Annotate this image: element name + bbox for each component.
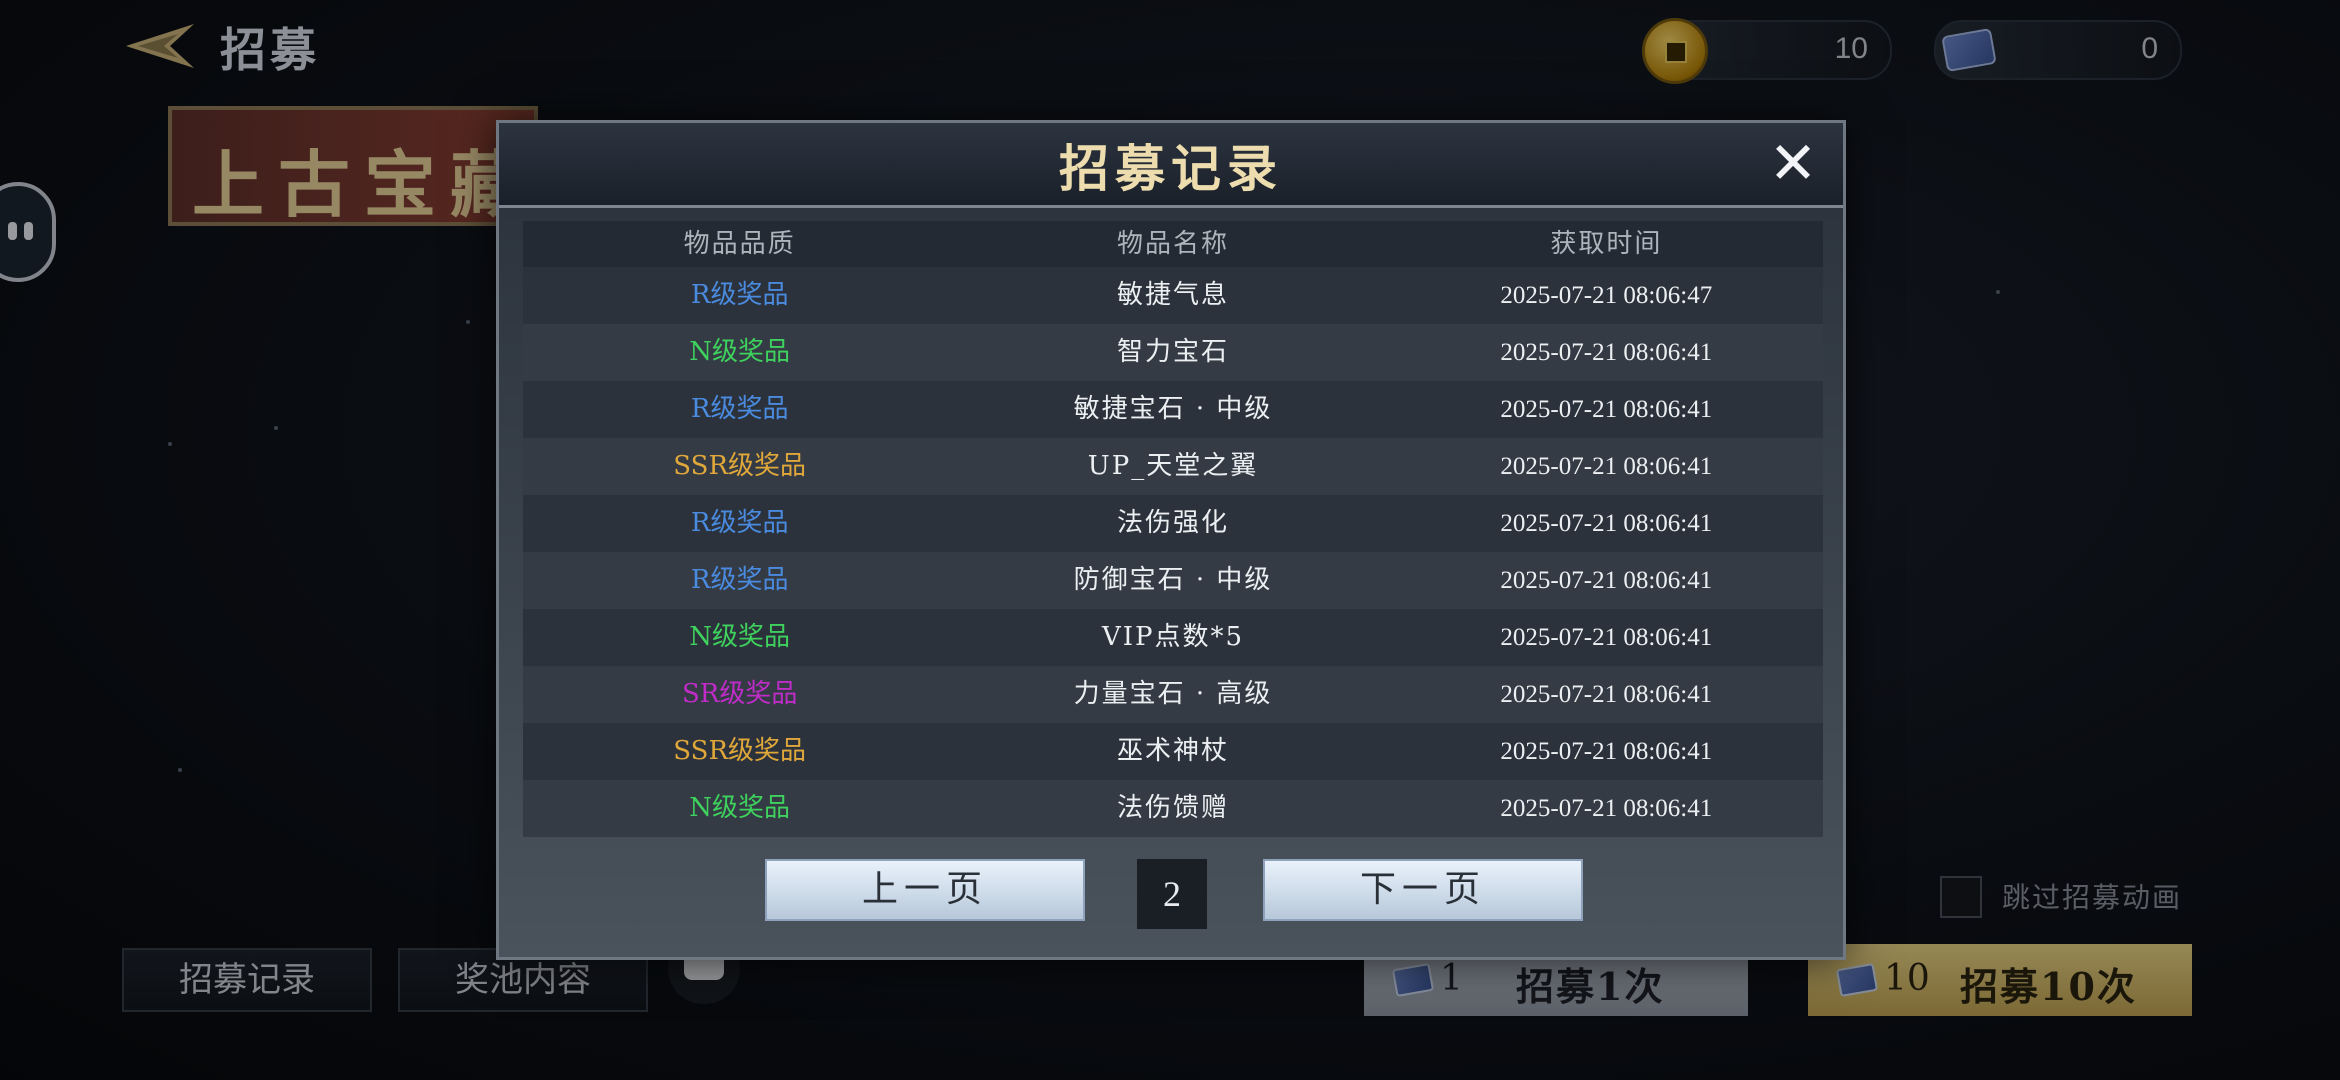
item-time: 2025-07-21 08:06:41	[1500, 510, 1713, 537]
item-time: 2025-07-21 08:06:41	[1500, 738, 1713, 765]
item-time: 2025-07-21 08:06:41	[1500, 795, 1713, 822]
item-quality: N级奖品	[689, 622, 791, 652]
record-table: 物品品质 物品名称 获取时间 R级奖品 敏捷气息 2025-07-21 08:06:…	[523, 221, 1823, 837]
table-row: SSR级奖品 UP_天堂之翼 2025-07-21 08:06:41	[523, 438, 1823, 495]
item-name: 敏捷气息	[1116, 280, 1229, 310]
item-time: 2025-07-21 08:06:47	[1500, 282, 1713, 309]
table-row: R级奖品 法伤强化 2025-07-21 08:06:41	[523, 495, 1823, 552]
item-quality: N级奖品	[689, 793, 791, 823]
table-row: R级奖品 防御宝石 · 中级 2025-07-21 08:06:41	[523, 552, 1823, 609]
table-header: 物品品质 物品名称 获取时间	[523, 221, 1823, 267]
item-name: 智力宝石	[1116, 337, 1229, 367]
table-row: R级奖品 敏捷宝石 · 中级 2025-07-21 08:06:41	[523, 381, 1823, 438]
table-row: N级奖品 智力宝石 2025-07-21 08:06:41	[523, 324, 1823, 381]
column-header-time: 获取时间	[1550, 229, 1663, 259]
close-icon[interactable]: ✕	[1765, 134, 1821, 193]
table-row: R级奖品 敏捷气息 2025-07-21 08:06:47	[523, 267, 1823, 324]
table-row: N级奖品 VIP点数*5 2025-07-21 08:06:41	[523, 609, 1823, 666]
item-time: 2025-07-21 08:06:41	[1500, 396, 1713, 423]
item-quality: SR级奖品	[681, 679, 798, 709]
dialog-title: 招募记录	[1059, 139, 1283, 198]
item-quality: R级奖品	[690, 394, 789, 424]
item-quality: SSR级奖品	[673, 736, 807, 766]
table-row: SSR级奖品 巫术神杖 2025-07-21 08:06:41	[523, 723, 1823, 780]
item-quality: R级奖品	[690, 508, 789, 538]
table-body: R级奖品 敏捷气息 2025-07-21 08:06:47 N级奖品 智力宝石 2025…	[523, 267, 1823, 837]
item-name: 力量宝石 · 高级	[1073, 679, 1273, 709]
item-name: VIP点数*5	[1101, 622, 1245, 652]
next-page-button[interactable]: 下一页	[1263, 859, 1583, 921]
item-quality: R级奖品	[690, 280, 789, 310]
item-name: 敏捷宝石 · 中级	[1073, 394, 1273, 424]
item-time: 2025-07-21 08:06:41	[1500, 339, 1713, 366]
item-time: 2025-07-21 08:06:41	[1500, 624, 1713, 651]
item-time: 2025-07-21 08:06:41	[1500, 453, 1713, 480]
table-row: N级奖品 法伤馈赠 2025-07-21 08:06:41	[523, 780, 1823, 837]
dialog-header: 招募记录 ✕	[499, 123, 1843, 208]
item-name: 防御宝石 · 中级	[1073, 565, 1273, 595]
prev-page-button[interactable]: 上一页	[765, 859, 1085, 921]
item-quality: SSR级奖品	[673, 451, 807, 481]
item-quality: N级奖品	[689, 337, 791, 367]
item-name: 法伤馈赠	[1116, 793, 1229, 823]
item-quality: R级奖品	[690, 565, 789, 595]
page-number: 2	[1137, 859, 1207, 929]
item-name: 巫术神杖	[1116, 736, 1229, 766]
item-name: 法伤强化	[1116, 508, 1229, 538]
item-time: 2025-07-21 08:06:41	[1500, 567, 1713, 594]
column-header-name: 物品名称	[1116, 229, 1229, 259]
recruit-record-dialog: 招募记录 ✕ 物品品质 物品名称 获取时间 R级奖品 敏捷气息 2025-07-21…	[496, 120, 1846, 960]
table-row: SR级奖品 力量宝石 · 高级 2025-07-21 08:06:41	[523, 666, 1823, 723]
item-time: 2025-07-21 08:06:41	[1500, 681, 1713, 708]
column-header-quality: 物品品质	[683, 229, 796, 259]
item-name: UP_天堂之翼	[1087, 451, 1259, 481]
